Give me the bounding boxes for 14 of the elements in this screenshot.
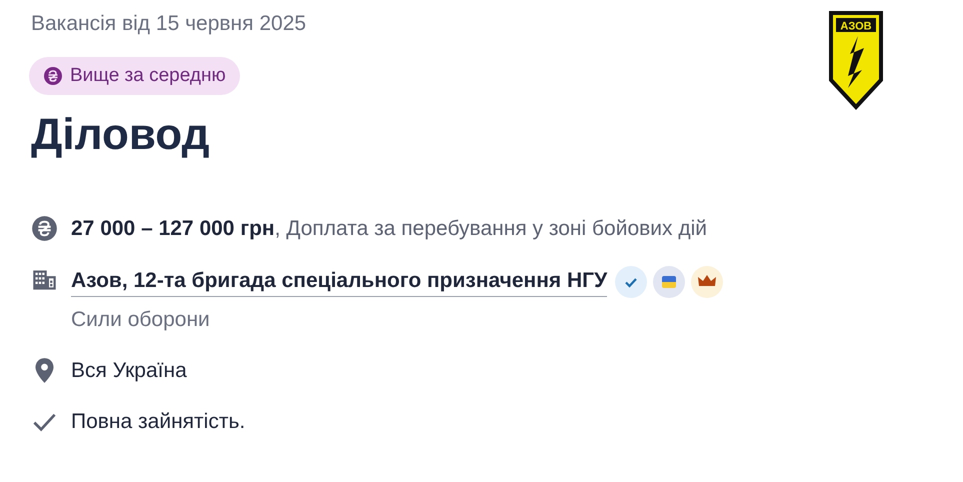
hryvnia-icon: [43, 66, 63, 86]
logo: АЗОВ: [828, 10, 884, 110]
employment-text: Повна зайнятість.: [71, 409, 246, 435]
verified-icon: [615, 266, 648, 298]
hryvnia-icon: [31, 215, 58, 242]
salary-text: 27 000 – 127 000 грн, Доплата за перебування у зоні бойових дій: [71, 216, 708, 242]
crown-icon: [691, 266, 724, 298]
salary-level-badge: Вище за середню: [29, 57, 240, 95]
job-title: Діловод: [31, 109, 210, 161]
company-link[interactable]: Азов, 12-та бригада спеціального призначення НГУ: [71, 267, 608, 297]
company-category: Сили оборони: [71, 307, 211, 333]
posted-date: Вакансія від 15 червня 2025: [31, 11, 306, 37]
location-text: Вся Україна: [71, 358, 187, 384]
flag-icon: [653, 266, 686, 298]
